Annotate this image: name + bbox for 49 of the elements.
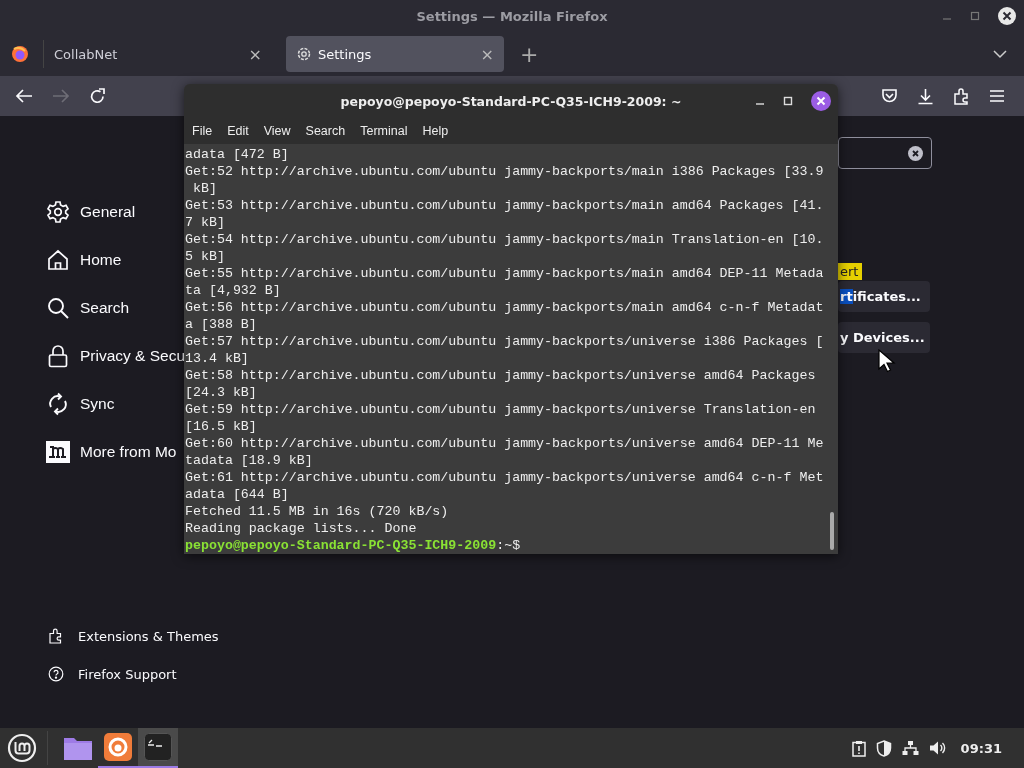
prompt-path: :~$ — [496, 538, 521, 553]
menu-item[interactable]: Help — [422, 124, 449, 138]
terminal-line: Get:60 http://archive.ubuntu.com/ubuntu jammy-backports/universe amd64 DEP-11 Me — [185, 435, 825, 452]
terminal-line: [24.3 kB] — [185, 384, 258, 401]
window-title: Settings — Mozilla Firefox — [416, 8, 608, 24]
category-item[interactable]: Home — [46, 248, 122, 272]
terminal-line: Get:55 http://archive.ubuntu.com/ubuntu jammy-backports/main amd64 DEP-11 Metada — [185, 265, 825, 282]
terminal-line: Fetched 11.5 MB in 16s (720 kB/s) — [185, 503, 450, 520]
new-tab-button[interactable]: + — [520, 41, 539, 67]
terminal-line: Get:56 http://archive.ubuntu.com/ubuntu jammy-backports/main amd64 c-n-f Metadat — [185, 299, 825, 316]
terminal-line: 13.4 kB] — [185, 350, 250, 367]
menu-item[interactable]: View — [263, 124, 291, 138]
category-item[interactable]: More from Mo — [46, 440, 177, 464]
menu-item[interactable]: Edit — [227, 124, 249, 138]
category-item[interactable]: Privacy & Secu — [46, 344, 186, 368]
terminal-line: 7 kB] — [185, 214, 226, 231]
tab-close-button[interactable]: × — [248, 44, 262, 64]
terminal-line: ta [4,932 B] — [185, 282, 282, 299]
terminal-line: kB] — [191, 180, 218, 197]
terminal-title: pepoyo@pepoyo-Standard-PC-Q35-ICH9-2009: ~ — [340, 93, 682, 109]
menu-item[interactable]: Search — [305, 124, 346, 138]
browser-tab[interactable]: CollabNet × — [44, 36, 272, 72]
terminal-line: [16.5 kB] — [185, 418, 258, 435]
terminal-line: adata [472 B] — [185, 146, 290, 163]
browser-tab[interactable]: Settings × — [286, 36, 504, 72]
terminal-line: Get:52 http://archive.ubuntu.com/ubuntu jammy-backports/main i386 Packages [33.9 — [185, 163, 825, 180]
category-item[interactable]: Search — [46, 296, 130, 320]
category-item[interactable]: General — [46, 200, 136, 224]
terminal-line: Get:53 http://archive.ubuntu.com/ubuntu jammy-backports/main amd64 Packages [41. — [185, 197, 825, 214]
terminal-line: adata [644 B] — [185, 486, 290, 503]
terminal-line: Get:58 http://archive.ubuntu.com/ubuntu jammy-backports/universe amd64 Packages — [185, 367, 817, 384]
sidebar-link[interactable]: Firefox Support — [48, 665, 177, 683]
menu-item[interactable]: File — [192, 124, 213, 138]
category-item[interactable]: Sync — [46, 392, 115, 416]
terminal-line: Reading package lists... Done — [185, 520, 418, 537]
terminal-line: 5 kB] — [185, 248, 226, 265]
terminal-line: Get:61 http://archive.ubuntu.com/ubuntu jammy-backports/universe amd64 c-n-f Met — [185, 469, 825, 486]
terminal-line: Get:57 http://archive.ubuntu.com/ubuntu jammy-backports/universe i386 Packages [ — [185, 333, 825, 350]
prompt-user: pepoyo@pepoyo-Standard-PC-Q35-ICH9-2009 — [185, 538, 497, 553]
terminal-line: Get:54 http://archive.ubuntu.com/ubuntu jammy-backports/main Translation-en [10. — [185, 231, 825, 248]
terminal-line: tadata [18.9 kB] — [185, 452, 314, 469]
menu-item[interactable]: Terminal — [360, 124, 408, 138]
terminal-line: Get:59 http://archive.ubuntu.com/ubuntu jammy-backports/universe Translation-en — [185, 401, 817, 418]
sidebar-link[interactable]: Extensions & Themes — [48, 627, 219, 645]
settings-button[interactable]: y Devices... — [838, 322, 930, 353]
clock[interactable]: 09:31 — [960, 740, 1002, 756]
tooltip: ert — [836, 263, 863, 280]
tab-close-button[interactable]: × — [480, 44, 494, 64]
terminal-line: a [388 B] — [185, 316, 258, 333]
